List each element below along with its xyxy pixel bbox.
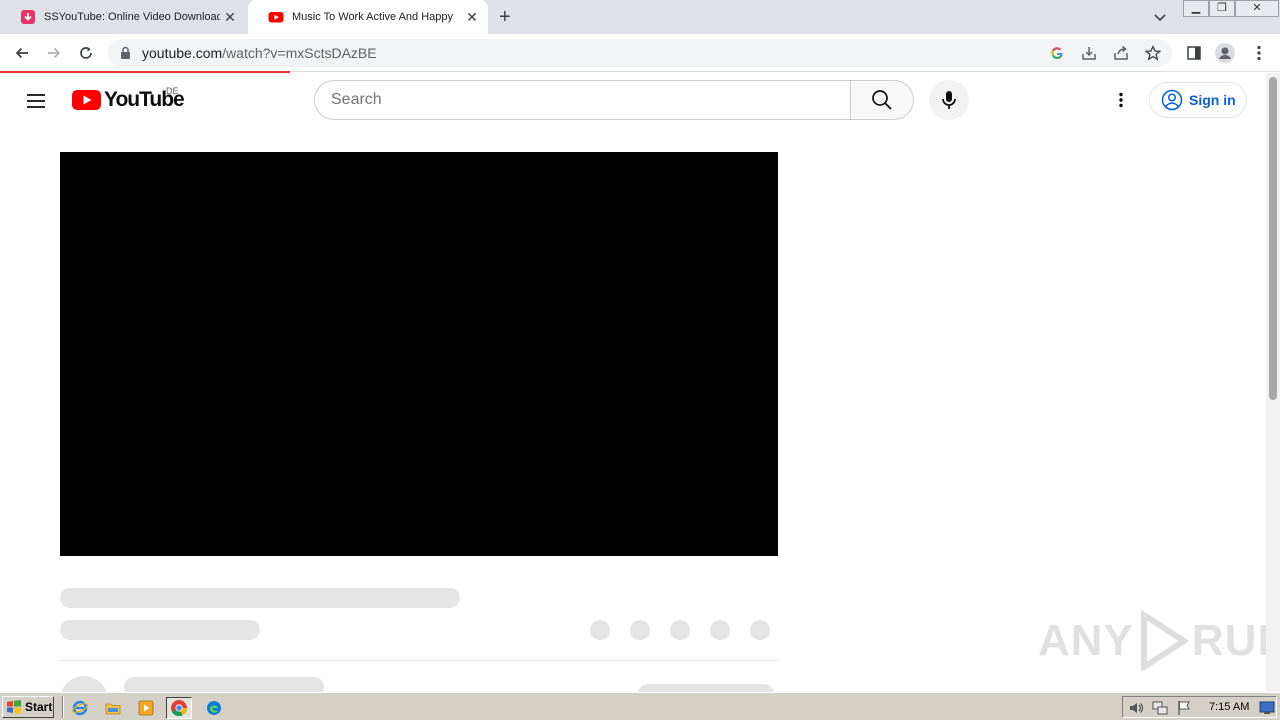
voice-search-button[interactable] bbox=[929, 80, 969, 120]
google-icon[interactable] bbox=[1048, 44, 1066, 62]
browser-menu-icon[interactable] bbox=[1249, 43, 1269, 63]
skeleton-action-dot bbox=[750, 620, 770, 640]
reload-icon bbox=[80, 47, 92, 59]
anyrun-watermark: ANY RUN bbox=[1038, 611, 1266, 671]
volume-icon[interactable] bbox=[1128, 700, 1144, 716]
anyrun-play-logo-icon bbox=[1140, 611, 1188, 671]
skeleton-action-dot bbox=[630, 620, 650, 640]
url-host: youtube.com bbox=[142, 45, 223, 61]
share-icon[interactable] bbox=[1112, 44, 1130, 62]
microphone-icon bbox=[942, 91, 956, 109]
account-circle-icon bbox=[1161, 89, 1183, 111]
more-vertical-icon bbox=[1119, 92, 1123, 108]
search-button[interactable] bbox=[850, 80, 914, 120]
skeleton-action-dot bbox=[670, 620, 690, 640]
settings-more-button[interactable] bbox=[1109, 88, 1133, 112]
tab-youtube[interactable]: Music To Work Active And Happy ✕ bbox=[248, 0, 488, 34]
skeleton-video-info bbox=[60, 620, 260, 640]
country-code: DE bbox=[166, 86, 179, 96]
tab-title: Music To Work Active And Happy bbox=[292, 11, 453, 23]
lock-icon[interactable] bbox=[120, 46, 131, 60]
tab-ssyoutube[interactable]: SSYouTube: Online Video Downloade ✕ bbox=[0, 0, 246, 34]
taskbar-clock[interactable]: 7:15 AM bbox=[1209, 701, 1249, 713]
show-desktop-icon[interactable] bbox=[1259, 700, 1275, 716]
media-player-icon[interactable] bbox=[133, 697, 159, 719]
start-button[interactable]: Start bbox=[2, 696, 54, 718]
skeleton-channel-name bbox=[124, 677, 324, 692]
youtube-play-logo-icon bbox=[72, 90, 101, 110]
new-tab-icon[interactable]: + bbox=[499, 6, 511, 28]
internet-explorer-icon[interactable] bbox=[67, 697, 93, 719]
address-bar[interactable]: youtube.com/watch?v=mxSctsDAzBE bbox=[108, 39, 1172, 67]
skeleton-action-dot bbox=[710, 620, 730, 640]
search-icon bbox=[872, 90, 892, 110]
content-divider bbox=[60, 660, 778, 661]
url-path: /watch?v=mxSctsDAzBE bbox=[222, 45, 377, 61]
sign-in-label: Sign in bbox=[1189, 92, 1236, 108]
minimize-icon[interactable]: ▁ bbox=[1183, 0, 1209, 17]
install-app-icon[interactable] bbox=[1080, 44, 1098, 62]
arrow-left-icon bbox=[15, 47, 28, 59]
page-scrollbar[interactable] bbox=[1266, 73, 1280, 692]
ssyoutube-favicon-icon bbox=[21, 10, 35, 24]
scrollbar-thumb[interactable] bbox=[1269, 77, 1277, 400]
skeleton-subscribe-button bbox=[638, 684, 774, 692]
close-window-icon[interactable]: ✕ bbox=[1235, 0, 1279, 17]
side-panel-icon[interactable] bbox=[1184, 43, 1204, 63]
window-controls: ▁ ❐ ✕ bbox=[1183, 0, 1279, 17]
restore-icon[interactable]: ❐ bbox=[1209, 0, 1235, 17]
video-player[interactable] bbox=[60, 152, 778, 556]
back-button[interactable] bbox=[9, 40, 35, 66]
skeleton-video-title bbox=[60, 588, 460, 608]
taskbar: Start 7:15 AM bbox=[0, 692, 1280, 720]
network-icon[interactable] bbox=[1152, 700, 1168, 716]
skeleton-action-dot bbox=[590, 620, 610, 640]
tab-strip: SSYouTube: Online Video Downloade ✕ Musi… bbox=[0, 0, 1280, 34]
edge-icon[interactable] bbox=[201, 697, 227, 719]
bookmark-star-icon[interactable] bbox=[1144, 44, 1162, 62]
hamburger-icon bbox=[27, 94, 45, 108]
watermark-left-text: ANY bbox=[1038, 616, 1134, 665]
browser-toolbar: youtube.com/watch?v=mxSctsDAzBE bbox=[0, 34, 1280, 72]
watermark-right-text: RUN bbox=[1191, 616, 1266, 665]
tab-title: SSYouTube: Online Video Downloade bbox=[44, 11, 220, 23]
tab-search-chevron-icon[interactable] bbox=[1152, 9, 1168, 25]
url-text: youtube.com/watch?v=mxSctsDAzBE bbox=[142, 45, 377, 61]
reload-button[interactable] bbox=[73, 40, 99, 66]
youtube-favicon-icon bbox=[268, 12, 284, 23]
search-input[interactable] bbox=[314, 80, 851, 120]
start-label: Start bbox=[25, 700, 53, 714]
forward-button[interactable] bbox=[41, 40, 67, 66]
action-center-flag-icon[interactable] bbox=[1176, 700, 1192, 716]
windows-flag-icon bbox=[7, 700, 21, 714]
youtube-page: YouTube DE Sign in ANY RUN bbox=[0, 73, 1266, 692]
chrome-icon[interactable] bbox=[166, 697, 192, 719]
skeleton-channel-avatar bbox=[60, 676, 108, 692]
system-tray: 7:15 AM bbox=[1122, 696, 1277, 718]
profile-avatar-icon[interactable] bbox=[1215, 43, 1235, 63]
file-explorer-icon[interactable] bbox=[100, 697, 126, 719]
tab-close-icon[interactable]: ✕ bbox=[462, 9, 482, 26]
arrow-right-icon bbox=[48, 47, 61, 59]
taskbar-separator bbox=[62, 696, 64, 718]
guide-menu-button[interactable] bbox=[24, 89, 48, 113]
sign-in-button[interactable]: Sign in bbox=[1149, 82, 1247, 118]
tab-close-icon[interactable]: ✕ bbox=[220, 9, 240, 26]
